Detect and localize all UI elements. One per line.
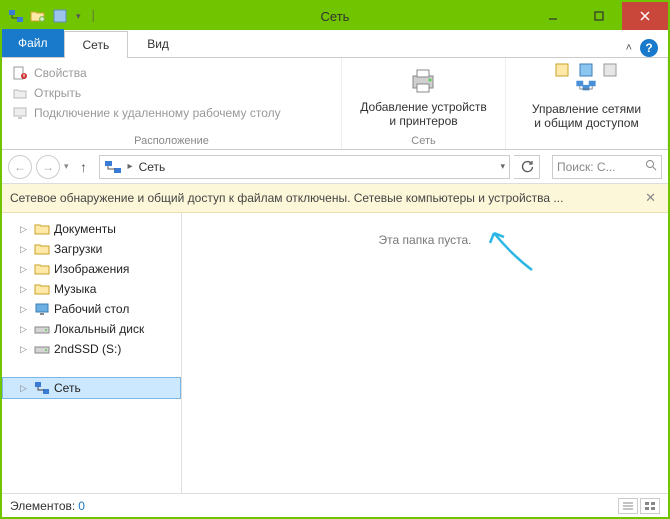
- rdp-icon: [12, 105, 28, 121]
- expand-icon[interactable]: ▷: [20, 324, 30, 335]
- qat-dropdown-icon[interactable]: ▾: [74, 11, 83, 22]
- body: ▷ Документы ▷ Загрузки ▷ Изображения ▷ М…: [2, 213, 668, 493]
- explorer-window: ▾ │ Сеть Файл Сеть Вид ˄ ? Свойства: [0, 0, 670, 519]
- status-label: Элементов:: [10, 499, 75, 513]
- up-button[interactable]: ↑: [73, 159, 95, 175]
- tree-item-documents[interactable]: ▷ Документы: [2, 219, 181, 239]
- quick-access-toolbar: ▾ │: [2, 8, 99, 24]
- properties-button[interactable]: Свойства: [8, 64, 285, 82]
- properties-icon: [12, 65, 28, 81]
- sharing-center-icon: [568, 78, 604, 100]
- network-icon[interactable]: [8, 8, 24, 24]
- status-count: 0: [78, 499, 85, 513]
- navbar: ← → ▾ ↑ ▸ Сеть ▾ Поиск: С...: [2, 150, 668, 184]
- expand-icon[interactable]: ▷: [20, 264, 30, 275]
- titlebar: ▾ │ Сеть: [2, 2, 668, 30]
- tab-view[interactable]: Вид: [128, 30, 188, 57]
- search-placeholder: Поиск: С...: [557, 160, 616, 174]
- back-button[interactable]: ←: [8, 155, 32, 179]
- network-icon: [34, 380, 50, 396]
- statusbar: Элементов: 0: [2, 493, 668, 517]
- breadcrumb-sep[interactable]: ▸: [126, 161, 135, 172]
- tree-item-network[interactable]: ▷ Сеть: [2, 377, 181, 399]
- expand-icon[interactable]: ▷: [20, 344, 30, 355]
- view-details-button[interactable]: [618, 498, 638, 514]
- window-controls: [530, 2, 668, 30]
- file-tab[interactable]: Файл: [2, 29, 64, 57]
- ribbon-tabstrip: Файл Сеть Вид ˄ ?: [2, 30, 668, 58]
- ribbon-group-location: Свойства Открыть Подключение к удаленном…: [2, 58, 342, 149]
- navigation-tree[interactable]: ▷ Документы ▷ Загрузки ▷ Изображения ▷ М…: [2, 213, 182, 493]
- drive-icon: [34, 341, 50, 357]
- open-button[interactable]: Открыть: [8, 84, 285, 102]
- desktop-icon: [34, 301, 50, 317]
- tree-item-downloads[interactable]: ▷ Загрузки: [2, 239, 181, 259]
- expand-icon[interactable]: ▷: [20, 224, 30, 235]
- search-input[interactable]: Поиск: С...: [552, 155, 662, 179]
- ribbon-group-label: Расположение: [8, 134, 335, 149]
- notification-close-icon[interactable]: ✕: [641, 190, 660, 206]
- empty-folder-text: Эта папка пуста.: [379, 233, 472, 247]
- close-button[interactable]: [622, 2, 668, 30]
- view-icons-button[interactable]: [640, 498, 660, 514]
- qat-customize[interactable]: │: [89, 11, 99, 22]
- view-toggles: [618, 498, 660, 514]
- printer-icon: [407, 64, 439, 96]
- annotation-arrow: [482, 225, 542, 275]
- new-folder-icon[interactable]: [30, 8, 46, 24]
- address-dropdown-icon[interactable]: ▾: [500, 161, 505, 172]
- recent-dropdown[interactable]: ▾: [64, 161, 69, 172]
- folder-icon: [34, 241, 50, 257]
- expand-icon[interactable]: ▷: [20, 304, 30, 315]
- expand-icon[interactable]: ▷: [20, 284, 30, 295]
- search-icon: [645, 159, 657, 174]
- notification-text: Сетевое обнаружение и общий доступ к фай…: [10, 191, 563, 205]
- ribbon-group-network: Добавление устройств и принтеров Сеть: [342, 58, 506, 149]
- ribbon-collapse-icon[interactable]: ˄: [626, 42, 632, 54]
- ribbon: Свойства Открыть Подключение к удаленном…: [2, 58, 668, 150]
- tree-item-desktop[interactable]: ▷ Рабочий стол: [2, 299, 181, 319]
- ribbon-group-sharing: Управление сетями и общим доступом: [506, 58, 668, 149]
- network-location-icon: [104, 159, 122, 175]
- folder-icon: [34, 261, 50, 277]
- add-devices-button[interactable]: Добавление устройств и принтеров: [350, 60, 497, 129]
- drive-icon: [34, 321, 50, 337]
- tree-item-music[interactable]: ▷ Музыка: [2, 279, 181, 299]
- open-icon: [12, 85, 28, 101]
- expand-icon[interactable]: ▷: [20, 383, 30, 394]
- tree-item-localdisk[interactable]: ▷ Локальный диск: [2, 319, 181, 339]
- rdp-button[interactable]: Подключение к удаленному рабочему столу: [8, 104, 285, 122]
- network-sharing-button[interactable]: Управление сетями и общим доступом: [522, 60, 651, 131]
- content-pane: Эта папка пуста.: [182, 213, 668, 493]
- breadcrumb[interactable]: Сеть: [139, 160, 166, 174]
- refresh-button[interactable]: [514, 155, 540, 179]
- maximize-button[interactable]: [576, 2, 622, 30]
- address-bar[interactable]: ▸ Сеть ▾: [99, 155, 510, 179]
- app-icon[interactable]: [52, 8, 68, 24]
- folder-icon: [34, 281, 50, 297]
- tab-network[interactable]: Сеть: [64, 31, 129, 58]
- folder-icon: [34, 221, 50, 237]
- tree-item-ssd[interactable]: ▷ 2ndSSD (S:): [2, 339, 181, 359]
- tree-item-pictures[interactable]: ▷ Изображения: [2, 259, 181, 279]
- mini-icon-row: [554, 62, 618, 78]
- notification-bar[interactable]: Сетевое обнаружение и общий доступ к фай…: [2, 184, 668, 213]
- expand-icon[interactable]: ▷: [20, 244, 30, 255]
- ribbon-group-label: Сеть: [348, 134, 499, 149]
- minimize-button[interactable]: [530, 2, 576, 30]
- help-icon[interactable]: ?: [640, 39, 658, 57]
- forward-button[interactable]: →: [36, 155, 60, 179]
- refresh-icon: [520, 160, 534, 174]
